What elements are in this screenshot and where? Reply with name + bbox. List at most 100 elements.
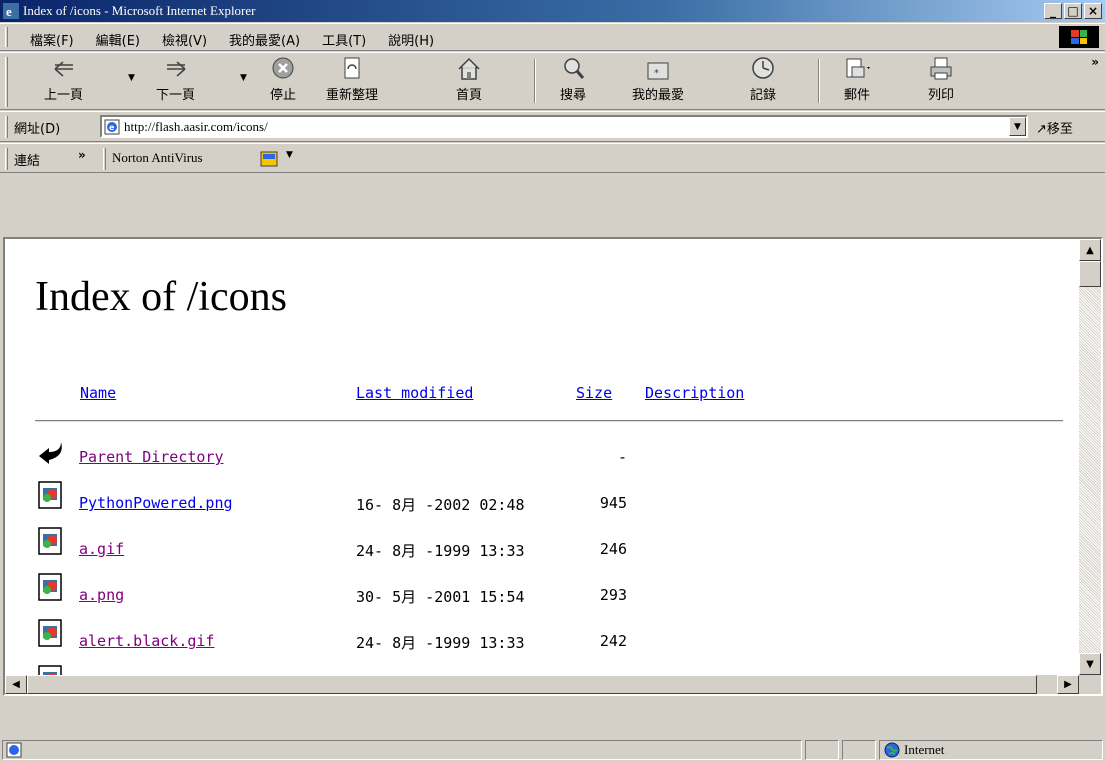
file-size: 293 <box>599 586 627 604</box>
menu-help[interactable]: 說明(H) <box>388 30 434 49</box>
security-zone-label: Internet <box>904 742 945 757</box>
status-zone-panel: Internet <box>879 740 1103 760</box>
table-row: alert.black.gif 24- 8月 -1999 13:33 242 <box>35 618 1065 658</box>
table-row: PythonPowered.png 16- 8月 -2002 02:48 945 <box>35 480 1065 520</box>
address-input[interactable]: e http://flash.aasir.com/icons/ ▼ <box>100 115 1028 138</box>
menu-edit[interactable]: 編輯(E) <box>96 30 140 49</box>
forward-dropdown-icon[interactable]: ▼ <box>240 73 247 83</box>
page-viewport: Index of /icons Name Last modified Size … <box>3 237 1103 696</box>
document: Index of /icons Name Last modified Size … <box>5 239 1079 694</box>
file-link[interactable]: Parent Directory <box>79 448 224 466</box>
title-bar: e Index of /icons - Microsoft Internet E… <box>0 0 1105 22</box>
toolbar-separator <box>818 59 820 103</box>
horizontal-scroll-thumb[interactable] <box>27 675 1037 694</box>
go-button[interactable]: ↗移至 <box>1036 118 1073 137</box>
window-title: Index of /icons - Microsoft Internet Exp… <box>23 3 256 18</box>
stop-button[interactable]: 停止 <box>268 55 298 103</box>
column-name-link[interactable]: Name <box>80 384 116 402</box>
mail-icon <box>846 58 870 78</box>
svg-text:e: e <box>109 123 115 132</box>
table-row: a.gif 24- 8月 -1999 13:33 246 <box>35 526 1065 566</box>
norton-dropdown-icon[interactable]: ▼ <box>286 150 293 160</box>
refresh-label: 重新整理 <box>326 88 379 103</box>
status-lock-panel <box>842 740 876 760</box>
header-rule <box>35 420 1063 422</box>
forward-label: 下一頁 <box>156 88 196 103</box>
links-label: 連結 <box>14 154 41 169</box>
file-link[interactable]: a.png <box>79 586 124 604</box>
image-file-icon <box>38 527 62 555</box>
norton-icon[interactable] <box>260 151 278 167</box>
norton-antivirus-button[interactable]: Norton AntiVirus <box>112 150 203 166</box>
links-bar: 連結 » Norton AntiVirus ▼ <box>0 143 1105 173</box>
menu-file[interactable]: 檔案(F) <box>30 30 74 49</box>
scroll-down-icon[interactable]: ▼ <box>1079 653 1101 675</box>
image-file-icon <box>38 619 62 647</box>
column-last-modified-link[interactable]: Last modified <box>356 384 473 402</box>
table-row: a.png 30- 5月 -2001 15:54 293 <box>35 572 1065 612</box>
file-link[interactable]: alert.black.gif <box>79 632 214 650</box>
history-button[interactable]: 記錄 <box>748 55 778 103</box>
mail-button[interactable]: 郵件 <box>842 55 872 103</box>
svg-text:e: e <box>6 4 12 19</box>
scroll-left-icon[interactable]: ◀ <box>5 675 27 694</box>
file-size: - <box>617 448 627 466</box>
ie-logo-icon: e <box>3 3 19 19</box>
page-status-icon <box>6 742 22 758</box>
file-size: 246 <box>599 540 627 558</box>
address-label: 網址(D) <box>14 122 61 137</box>
column-size-link[interactable]: Size <box>576 384 612 402</box>
go-arrow-icon: ↗ <box>1036 122 1047 137</box>
links-separator <box>103 148 106 170</box>
history-label: 記錄 <box>749 88 776 103</box>
standard-toolbar: 上一頁 ▼ 下一頁 ▼ 停止 重新整理 首頁 搜尋 * 我的最愛 記錄 郵件 列… <box>0 52 1105 110</box>
menu-favorites[interactable]: 我的最愛(A) <box>229 30 300 49</box>
menu-view[interactable]: 檢視(V) <box>162 30 207 49</box>
refresh-button[interactable]: 重新整理 <box>326 55 378 103</box>
search-button[interactable]: 搜尋 <box>558 55 588 103</box>
image-file-icon <box>38 481 62 509</box>
go-label: 移至 <box>1046 122 1073 137</box>
horizontal-scrollbar[interactable]: ◀ ▶ <box>5 675 1079 694</box>
address-grip[interactable] <box>5 116 8 138</box>
back-button[interactable]: 上一頁 <box>44 55 83 103</box>
back-label: 上一頁 <box>44 88 84 103</box>
toolbar-grip[interactable] <box>5 57 8 107</box>
status-text-panel <box>2 740 802 760</box>
scroll-right-icon[interactable]: ▶ <box>1057 675 1079 694</box>
favorites-button[interactable]: * 我的最愛 <box>632 55 684 103</box>
forward-button[interactable]: 下一頁 <box>156 55 195 103</box>
history-icon <box>752 57 774 79</box>
links-grip[interactable] <box>5 148 8 170</box>
links-more-chevron[interactable]: » <box>78 148 86 162</box>
address-dropdown-icon[interactable]: ▼ <box>1009 117 1026 136</box>
back-dropdown-icon[interactable]: ▼ <box>128 73 135 83</box>
maximize-button[interactable]: □ <box>1064 3 1082 19</box>
file-link[interactable]: PythonPowered.png <box>79 494 233 512</box>
toolbar-more-chevron[interactable]: » <box>1091 55 1099 69</box>
vertical-scrollbar[interactable]: ▲ ▼ <box>1079 239 1101 675</box>
vertical-scroll-thumb[interactable] <box>1079 261 1101 287</box>
print-label: 列印 <box>927 88 954 103</box>
menu-tools[interactable]: 工具(T) <box>322 30 366 49</box>
print-button[interactable]: 列印 <box>926 55 956 103</box>
search-label: 搜尋 <box>559 88 586 103</box>
search-icon <box>564 58 585 79</box>
file-link[interactable]: a.gif <box>79 540 124 558</box>
menu-grip[interactable] <box>5 27 8 47</box>
home-button[interactable]: 首頁 <box>454 55 484 103</box>
address-url: http://flash.aasir.com/icons/ <box>124 118 268 134</box>
mail-label: 郵件 <box>843 88 870 103</box>
globe-icon <box>884 742 900 758</box>
minimize-button[interactable]: _ <box>1044 3 1062 19</box>
back-arrow-icon <box>39 442 62 464</box>
file-date: 16- 8月 -2002 02:48 <box>356 496 525 514</box>
menu-bar: 檔案(F) 編輯(E) 檢視(V) 我的最愛(A) 工具(T) 說明(H) <box>0 23 1105 51</box>
scroll-up-icon[interactable]: ▲ <box>1079 239 1101 261</box>
back-arrow-icon <box>54 61 73 77</box>
file-size: 242 <box>599 632 627 650</box>
column-description-link[interactable]: Description <box>645 384 744 402</box>
status-bar: Internet <box>0 737 1105 761</box>
file-date: 30- 5月 -2001 15:54 <box>356 588 525 606</box>
close-button[interactable]: × <box>1084 3 1102 19</box>
